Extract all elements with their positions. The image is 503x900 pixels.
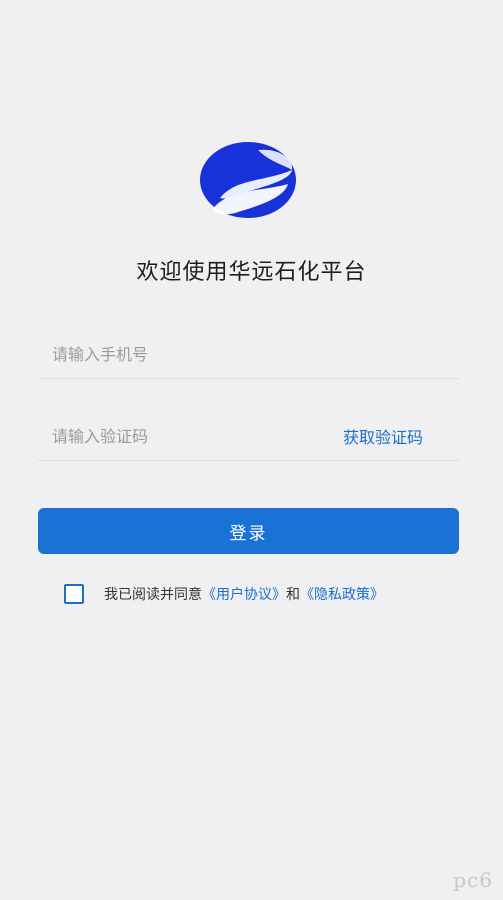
verification-code-input[interactable] xyxy=(38,412,343,460)
get-code-button[interactable]: 获取验证码 xyxy=(343,424,459,448)
user-agreement-link[interactable]: 《用户协议》 xyxy=(202,584,286,604)
agreement-checkbox[interactable] xyxy=(64,584,84,604)
login-button[interactable]: 登录 xyxy=(38,508,459,554)
privacy-policy-link[interactable]: 《隐私政策》 xyxy=(300,584,384,604)
welcome-title: 欢迎使用华远石化平台 xyxy=(136,260,367,285)
agreement-row: 我已阅读并同意 《用户协议》 和 《隐私政策》 xyxy=(64,584,384,604)
agreement-prefix: 我已阅读并同意 xyxy=(104,587,202,603)
agreement-connector: 和 xyxy=(286,587,300,603)
app-logo xyxy=(200,142,296,218)
watermark-logo: pc6 xyxy=(453,868,493,892)
phone-field-row xyxy=(38,330,459,379)
code-field-row: 获取验证码 xyxy=(38,412,459,461)
phone-input[interactable] xyxy=(38,330,459,378)
